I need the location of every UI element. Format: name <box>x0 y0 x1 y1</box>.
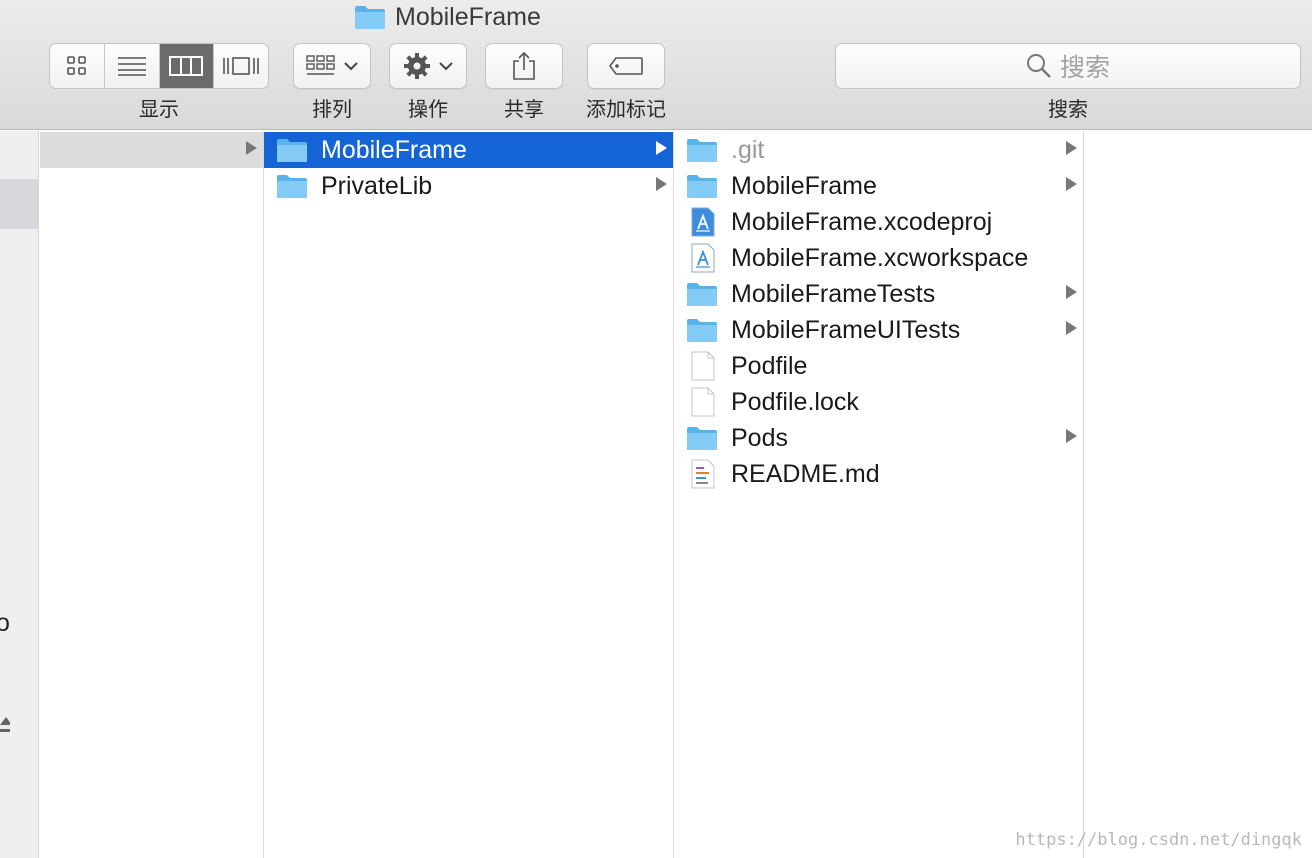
icon-view-button[interactable] <box>50 44 105 88</box>
disclosure-arrow-icon <box>656 141 667 155</box>
file-name: MobileFrame.xcworkspace <box>731 243 1029 272</box>
folder-icon <box>686 425 718 456</box>
file-row[interactable]: MobileFrame <box>264 132 673 168</box>
folder-icon <box>276 137 308 168</box>
arrange-label: 排列 <box>312 99 352 121</box>
folder-icon <box>686 281 718 312</box>
file-name: MobileFrameUITests <box>731 315 961 344</box>
cover-flow-icon <box>223 57 259 75</box>
window-title-text: MobileFrame <box>395 2 541 31</box>
file-row[interactable]: MobileFrame <box>674 168 1083 204</box>
file-row[interactable] <box>40 132 263 168</box>
file-name: PrivateLib <box>321 171 433 200</box>
document-icon <box>690 387 716 422</box>
finder-toolbar: MobileFrame 显示 排列 操作 共享 添加标记 搜索 搜索 <box>0 0 1312 130</box>
markdown-file-icon <box>690 459 716 494</box>
list-view-button[interactable] <box>105 44 160 88</box>
grid-icon <box>67 56 86 75</box>
folder-icon <box>686 317 718 348</box>
xcode-project-icon <box>690 207 716 242</box>
eject-icon[interactable] <box>0 715 10 737</box>
file-name: Podfile <box>731 351 808 380</box>
file-name: README.md <box>731 459 880 488</box>
view-mode-control[interactable] <box>49 43 269 89</box>
disclosure-arrow-icon <box>1066 285 1077 299</box>
file-row[interactable]: MobileFrameUITests <box>674 312 1083 348</box>
gear-icon <box>404 53 430 79</box>
folder-icon <box>686 173 718 204</box>
file-name: Pods <box>731 423 788 452</box>
sidebar-selected-item[interactable] <box>0 179 39 229</box>
file-row[interactable]: MobileFrameTests <box>674 276 1083 312</box>
file-name: Podfile.lock <box>731 387 859 416</box>
file-row[interactable]: Pods <box>674 420 1083 456</box>
search-placeholder: 搜索 <box>1059 54 1110 82</box>
chevron-down-icon <box>344 62 358 71</box>
file-name: .git <box>731 135 765 164</box>
share-label: 共享 <box>504 99 544 121</box>
watermark: https://blog.csdn.net/dingqk <box>1015 830 1302 850</box>
search-label: 搜索 <box>1048 99 1088 121</box>
disclosure-arrow-icon <box>1066 321 1077 335</box>
tag-icon <box>609 57 643 75</box>
sidebar-item-fragment[interactable]: o <box>0 609 10 638</box>
disclosure-arrow-icon <box>1066 429 1077 443</box>
document-icon <box>690 351 716 386</box>
xcode-workspace-icon <box>690 243 716 278</box>
sidebar: o <box>0 131 39 858</box>
folder-icon <box>355 6 385 29</box>
file-row[interactable]: Podfile.lock <box>674 384 1083 420</box>
file-row[interactable]: .git <box>674 132 1083 168</box>
column-projects: MobileFrame PrivateLib <box>264 131 674 858</box>
arrange-grid-icon <box>306 55 335 75</box>
file-name: MobileFrame <box>321 135 467 164</box>
folder-icon <box>686 137 718 168</box>
add-tag-label: 添加标记 <box>586 99 666 121</box>
file-row[interactable]: PrivateLib <box>264 168 673 204</box>
disclosure-arrow-icon <box>656 177 667 191</box>
file-row[interactable]: MobileFrame.xcworkspace <box>674 240 1083 276</box>
disclosure-arrow-icon <box>246 141 257 155</box>
file-row[interactable]: Podfile <box>674 348 1083 384</box>
file-row[interactable]: README.md <box>674 456 1083 492</box>
list-icon <box>117 57 146 76</box>
file-row[interactable]: MobileFrame.xcodeproj <box>674 204 1083 240</box>
disclosure-arrow-icon <box>1066 141 1077 155</box>
file-name: MobileFrame <box>731 171 877 200</box>
share-button[interactable] <box>485 43 563 89</box>
browser-content: o MobileFrame PrivateLib .git MobileFrame M… <box>0 131 1312 858</box>
search-field[interactable]: 搜索 <box>835 43 1301 89</box>
disclosure-arrow-icon <box>1066 177 1077 191</box>
columns-icon <box>169 56 204 76</box>
search-icon <box>1026 54 1051 78</box>
chevron-down-icon <box>439 62 453 71</box>
action-button[interactable] <box>389 43 467 89</box>
column-view-button[interactable] <box>159 44 215 88</box>
view-label: 显示 <box>139 99 179 121</box>
action-label: 操作 <box>408 99 448 121</box>
add-tag-button[interactable] <box>587 43 665 89</box>
column-mobileframe: .git MobileFrame MobileFrame.xcodeproj Mobi… <box>674 131 1084 858</box>
cover-flow-view-button[interactable] <box>214 44 268 88</box>
file-name: MobileFrameTests <box>731 279 936 308</box>
window-title: MobileFrame <box>354 2 541 32</box>
column-parent <box>40 131 264 858</box>
file-name: MobileFrame.xcodeproj <box>731 207 993 236</box>
folder-icon <box>276 173 308 204</box>
share-icon <box>513 51 535 80</box>
arrange-button[interactable] <box>293 43 371 89</box>
